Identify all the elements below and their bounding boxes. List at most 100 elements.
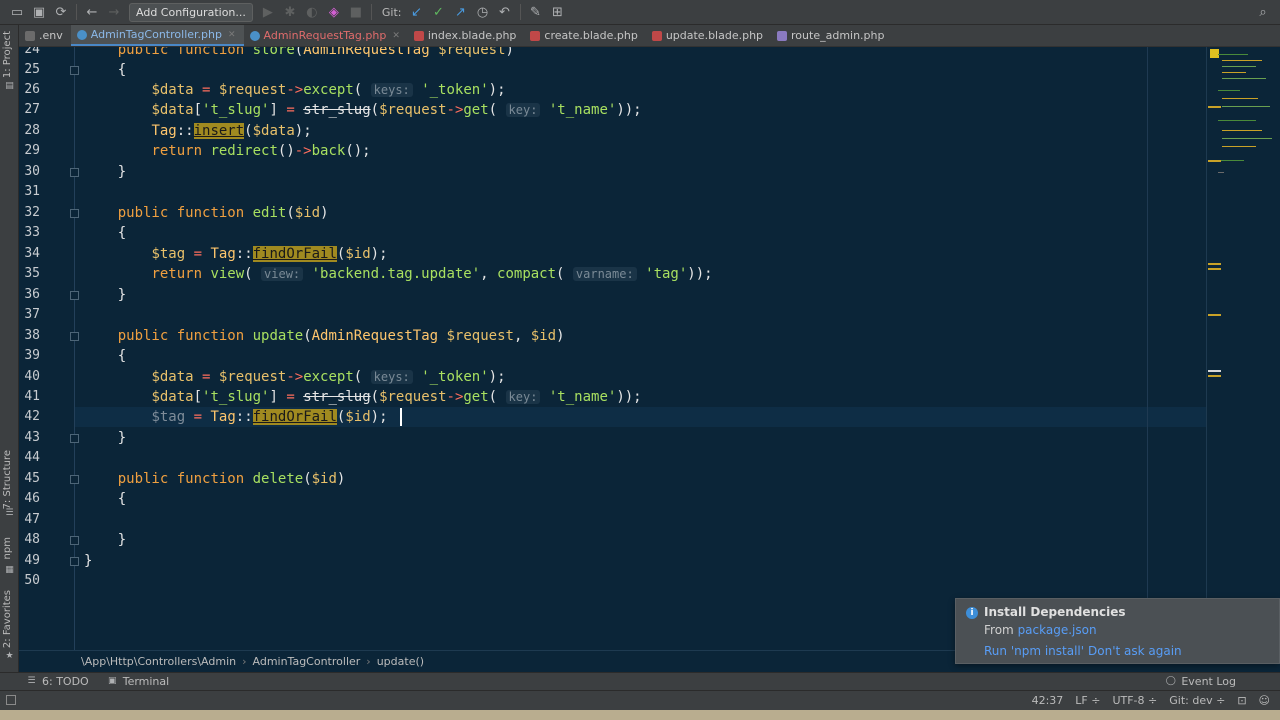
tab-admin-tag-controller[interactable]: AdminTagController.php ✕ <box>70 25 244 46</box>
editor-tabs-bar: .env AdminTagController.php ✕ AdminReque… <box>19 25 1280 47</box>
code-line: } <box>84 553 93 569</box>
tab-env[interactable]: .env <box>19 25 71 46</box>
fold-marker-icon[interactable] <box>70 66 79 75</box>
terminal-tool-button[interactable]: ▣ Terminal <box>107 675 169 688</box>
coverage-icon[interactable]: ◐ <box>301 1 323 23</box>
tab-admin-request-tag[interactable]: AdminRequestTag.php ✕ <box>244 25 408 46</box>
code-line: Tag::insert($data); <box>151 123 312 139</box>
git-push-icon[interactable]: ↗ <box>450 1 472 23</box>
minimap-line <box>1218 54 1248 55</box>
fold-marker-icon[interactable] <box>70 475 79 484</box>
tab-route-admin[interactable]: route_admin.php <box>771 25 892 46</box>
line-number: 45 <box>24 471 40 486</box>
settings-wrench-icon[interactable]: ✎ <box>525 1 547 23</box>
lock-icon[interactable]: ⊡ <box>1237 694 1246 707</box>
breadcrumb-namespace[interactable]: \App\Http\Controllers\Admin <box>81 655 236 668</box>
project-structure-icon[interactable]: ⊞ <box>547 1 569 23</box>
fold-marker-icon[interactable] <box>70 536 79 545</box>
minimap-line <box>1222 106 1270 107</box>
git-commit-icon[interactable]: ✓ <box>428 1 450 23</box>
line-separator[interactable]: LF ÷ <box>1075 694 1100 707</box>
fold-marker-icon[interactable] <box>70 557 79 566</box>
structure-icon: ☰ <box>5 508 14 518</box>
event-log-button[interactable]: ◯ Event Log <box>1165 675 1236 688</box>
code-line: { <box>84 62 127 78</box>
error-stripe-mark[interactable] <box>1208 370 1221 372</box>
status-bar: 42:37 LF ÷ UTF-8 ÷ Git: dev ÷ ⊡ ☺ <box>0 690 1280 710</box>
cursor-position[interactable]: 42:37 <box>1032 694 1064 707</box>
close-tab-icon[interactable]: ✕ <box>228 30 236 40</box>
env-file-icon <box>25 30 35 41</box>
line-number: 34 <box>24 246 40 261</box>
error-stripe-mark[interactable] <box>1208 263 1221 265</box>
fold-marker-icon[interactable] <box>70 434 79 443</box>
fold-marker-icon[interactable] <box>70 332 79 341</box>
sync-icon[interactable]: ⟳ <box>50 1 72 23</box>
tab-index-blade[interactable]: index.blade.php <box>408 25 525 46</box>
error-stripe-mark[interactable] <box>1208 375 1221 377</box>
debug-icon[interactable]: ✱ <box>279 1 301 23</box>
error-stripe-mark[interactable] <box>1208 106 1221 108</box>
toolbar-divider <box>76 4 77 20</box>
minimap-line <box>1222 60 1262 61</box>
error-stripe-mark[interactable] <box>1208 268 1221 270</box>
line-number: 36 <box>24 287 40 302</box>
code-line: public function edit($id) <box>117 205 329 221</box>
code-line: $tag = Tag::findOrFail($id); <box>151 409 388 425</box>
info-icon: i <box>966 607 978 619</box>
open-folder-icon[interactable]: ▭ <box>6 1 28 23</box>
code-line: { <box>84 348 127 364</box>
search-everywhere-icon[interactable]: ⌕ <box>1252 1 1274 23</box>
fold-marker-icon[interactable] <box>70 209 79 218</box>
npm-icon: ▦ <box>5 565 14 575</box>
tab-update-blade[interactable]: update.blade.php <box>646 25 771 46</box>
add-configuration-button[interactable]: Add Configuration... <box>129 2 253 22</box>
line-number: 31 <box>24 184 40 199</box>
git-branch[interactable]: Git: dev ÷ <box>1169 694 1225 707</box>
line-number: 27 <box>24 102 40 117</box>
line-number: 35 <box>24 266 40 281</box>
structure-tool-tab[interactable]: 7: Structure ☰ <box>0 450 19 520</box>
code-line: $data = $request->except( keys: '_token'… <box>151 82 506 98</box>
npm-tool-tab[interactable]: npm ▦ <box>0 537 19 577</box>
package-json-link[interactable]: package.json <box>1018 623 1097 637</box>
close-tab-icon[interactable]: ✕ <box>392 31 400 41</box>
inspector-icon[interactable]: ☺ <box>1259 694 1270 707</box>
project-tool-tab[interactable]: ▤ 1: Project <box>0 31 19 93</box>
save-all-icon[interactable]: ▣ <box>28 1 50 23</box>
tab-create-blade[interactable]: create.blade.php <box>524 25 645 46</box>
breadcrumb-class[interactable]: AdminTagController <box>253 655 361 668</box>
code-line: $data['t_slug'] = str_slug($request->get… <box>151 102 642 118</box>
favorites-tool-tab[interactable]: 2: Favorites ★ <box>0 590 19 664</box>
line-number: 38 <box>24 328 40 343</box>
line-number: 37 <box>24 307 40 322</box>
todo-tool-button[interactable]: ☰ 6: TODO <box>26 675 88 688</box>
git-revert-icon[interactable]: ↶ <box>494 1 516 23</box>
code-line: $data = $request->except( keys: '_token'… <box>151 369 506 385</box>
breadcrumb-method[interactable]: update() <box>377 655 424 668</box>
code-editor[interactable]: 24 25 26 27 28 29 30 31 32 33 34 35 36 3… <box>19 47 1206 650</box>
git-update-icon[interactable]: ↙ <box>406 1 428 23</box>
php-listen-icon[interactable]: ◈ <box>323 1 345 23</box>
line-number: 47 <box>24 512 40 527</box>
line-number: 49 <box>24 553 40 568</box>
tool-window-toggle-icon[interactable] <box>6 695 16 705</box>
git-history-icon[interactable]: ◷ <box>472 1 494 23</box>
code-minimap[interactable] <box>1214 50 1276 180</box>
back-arrow-icon[interactable]: ← <box>81 1 103 23</box>
line-number: 29 <box>24 143 40 158</box>
bottom-tool-bar: ☰ 6: TODO ▣ Terminal ◯ Event Log <box>0 672 1280 690</box>
error-stripe-mark[interactable] <box>1208 160 1221 162</box>
file-encoding[interactable]: UTF-8 ÷ <box>1112 694 1157 707</box>
fold-marker-icon[interactable] <box>70 168 79 177</box>
code-line: { <box>84 225 127 241</box>
php-class-icon <box>249 30 260 41</box>
fold-marker-icon[interactable] <box>70 291 79 300</box>
dont-ask-again-link[interactable]: Don't ask again <box>1088 644 1182 658</box>
line-number: 24 <box>24 47 40 57</box>
error-stripe-mark[interactable] <box>1208 314 1221 316</box>
forward-arrow-icon[interactable]: → <box>103 1 125 23</box>
stop-icon[interactable]: ■ <box>345 1 367 23</box>
run-npm-install-link[interactable]: Run 'npm install' <box>984 644 1084 658</box>
run-icon[interactable]: ▶ <box>257 1 279 23</box>
